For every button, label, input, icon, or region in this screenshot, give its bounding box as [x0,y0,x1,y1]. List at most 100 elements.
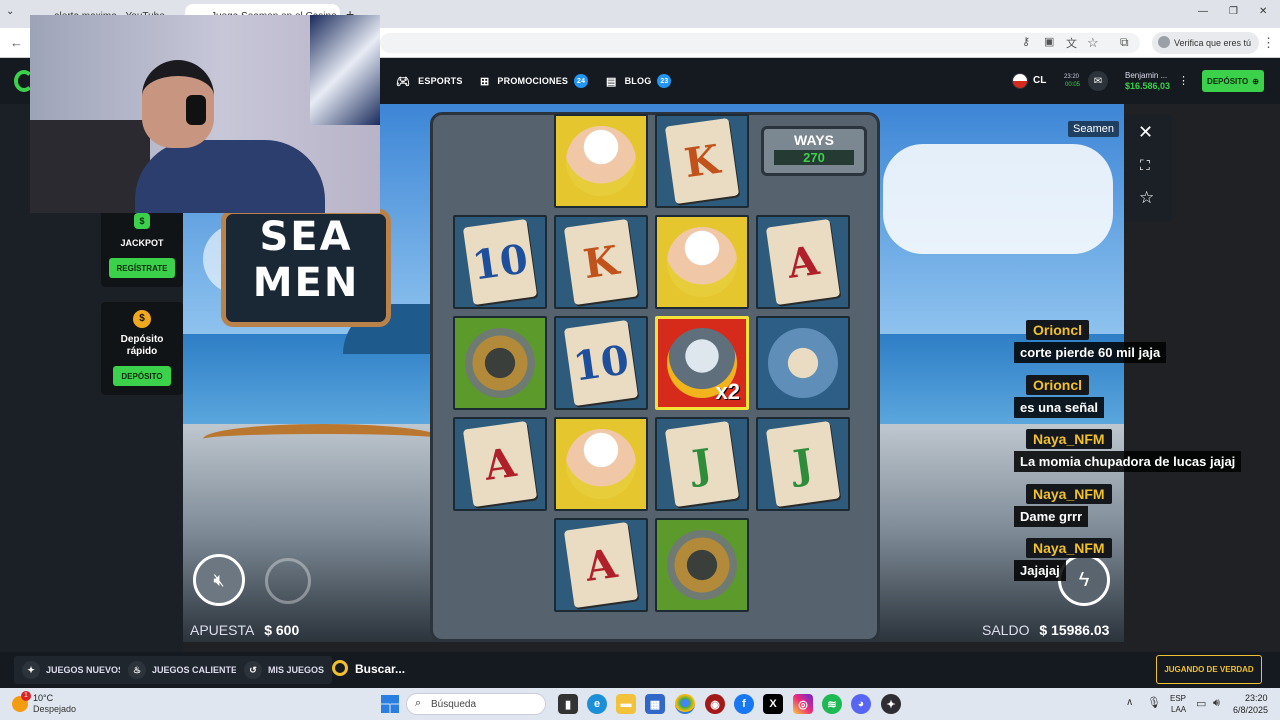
task-view-icon[interactable]: ▮ [558,694,578,714]
fullscreen-icon[interactable]: ⛶ [1140,157,1150,174]
symbol-shark: x2 [655,316,749,410]
mail-icon[interactable]: ✉ [1088,71,1108,91]
fast-deposit-label: Depósito rápido [120,334,164,357]
file-explorer-icon[interactable]: ▬ [616,694,636,714]
clock-time[interactable]: 23:20 [1245,693,1268,703]
tray-chevron-icon[interactable]: ∧ [1126,697,1133,708]
ship-icon [768,328,838,398]
country-selector[interactable]: CL [1033,75,1046,86]
bet-label: APUESTA [190,622,255,638]
nav-label: BLOG [624,76,652,86]
desk [30,120,150,213]
mic-icon[interactable]: 🎙︎ [1147,696,1161,709]
card-letter: J [765,420,841,508]
x-icon[interactable]: X [763,694,783,714]
symbol-card-j: J [655,417,749,511]
search-icon: ⌕ [415,697,422,709]
cloud [883,144,1113,254]
header-clock-sub: 00:05 [1065,82,1081,88]
tab-list-button[interactable]: ⌄ [6,6,14,17]
symbol-card-a: A [756,215,850,309]
translate-icon[interactable]: 文 [1066,35,1077,51]
user-name[interactable]: Benjamin ... [1125,71,1167,80]
nav-promociones[interactable]: ⊞ PROMOCIONES 24 [480,58,589,104]
sailor-icon [566,429,636,499]
back-arrow-icon[interactable]: ← [10,35,23,50]
nav-label: JUEGOS NUEVOS [46,665,125,675]
shield-icon [1158,36,1170,48]
sidebar-deposit-button[interactable]: DEPÓSITO [113,366,171,386]
chat-message: Dame grrr [1014,505,1089,527]
nav-juegos-calientes[interactable]: ♨ JUEGOS CALIENTES [120,656,252,684]
edge-icon[interactable]: e [587,694,607,714]
extensions-icon[interactable]: ⧉ [1120,35,1129,50]
game-search-input[interactable]: Buscar... [355,662,405,676]
symbol-sailor [554,114,648,208]
close-window-button[interactable]: ✕ [1259,6,1267,17]
user-menu-dots-icon[interactable]: ⋮ [1178,74,1189,87]
install-icon[interactable]: ▣ [1044,35,1054,48]
nav-blog[interactable]: ▤ BLOG 23 [606,58,672,104]
instagram-icon[interactable]: ◎ [793,694,813,714]
nav-label: JUEGOS CALIENTES [152,665,244,675]
nav-label: PROMOCIONES [497,76,569,86]
favorite-star-icon[interactable]: ☆ [1139,188,1154,208]
rope [203,424,443,454]
maximize-button[interactable]: ❐ [1229,6,1238,17]
symbol-card-k: K [655,114,749,208]
reel-grid: K 10 K A 10 x2 A J J A [453,114,857,619]
header-deposit-button[interactable]: DEPÓSITO ⊕ [1202,70,1264,92]
language-indicator[interactable]: ESP [1170,694,1186,703]
chat-username: Orioncl [1026,374,1090,395]
logo-line-2: MEN [252,260,360,306]
symbol-sailor [554,417,648,511]
chat-username: Naya_NFM [1026,429,1112,449]
nav-mis-juegos[interactable]: ↺ MIS JUEGOS [236,656,333,684]
blog-count-badge: 23 [657,74,672,88]
search-icon[interactable] [332,660,348,676]
app-icon[interactable]: ◉ [705,694,725,714]
symbol-helmet [655,518,749,612]
history-icon: ↺ [244,661,262,679]
taskbar [0,688,1280,720]
nav-juegos-nuevos[interactable]: ✦ JUEGOS NUEVOS [14,656,133,684]
symbol-ship [756,316,850,410]
real-play-button[interactable]: JUGANDO DE VERDAD [1156,655,1262,684]
discord-icon[interactable]: ◕ [851,694,871,714]
logo-line-1: SEA [259,214,353,260]
bet-display[interactable]: APUESTA $ 600 [190,622,299,638]
headphones [186,95,206,125]
card-letter: 10 [563,319,639,407]
taskbar-search[interactable]: ⌕ Búsqueda [406,693,546,715]
autoplay-button[interactable] [265,558,311,604]
chat-username: Orioncl [1026,320,1090,340]
nav-esports[interactable]: 🎮︎ ESPORTS [396,58,463,104]
bet-value: $ 600 [264,622,300,638]
register-button[interactable]: REGÍSTRATE [109,258,175,278]
chrome-icon[interactable] [675,694,695,714]
mute-button[interactable]: 🔇︎ [193,554,245,606]
nav-label: ESPORTS [418,76,463,86]
card-letter: A [765,218,841,306]
verify-label: Verifica que eres tú [1174,38,1252,48]
verify-chip[interactable]: Verifica que eres tú [1152,32,1260,54]
fast-deposit-card: $ Depósito rápido DEPÓSITO [101,302,183,395]
symbol-card-10: 10 [554,316,648,410]
key-icon[interactable]: ⚷ [1022,35,1030,48]
store-icon[interactable]: ▦ [645,694,665,714]
network-icon[interactable]: ▭ [1196,697,1206,710]
jackpot-label: JACKPOT [120,238,164,248]
menu-dots-icon[interactable]: ⋮ [1262,35,1275,51]
minimize-button[interactable]: — [1198,6,1208,17]
clock-date: 6/8/2025 [1233,705,1269,715]
spotify-icon[interactable]: ≋ [822,694,842,714]
card-letter: A [462,420,538,508]
facebook-icon[interactable]: f [734,694,754,714]
symbol-card-10: 10 [453,215,547,309]
card-letter: J [664,420,740,508]
close-game-icon[interactable]: ✕ [1138,122,1153,143]
bookmark-star-icon[interactable]: ☆ [1087,35,1099,51]
volume-icon[interactable]: 🔊︎ [1213,697,1220,710]
chat-message: es una señal [1014,396,1105,418]
app-icon[interactable]: ✦ [881,694,901,714]
